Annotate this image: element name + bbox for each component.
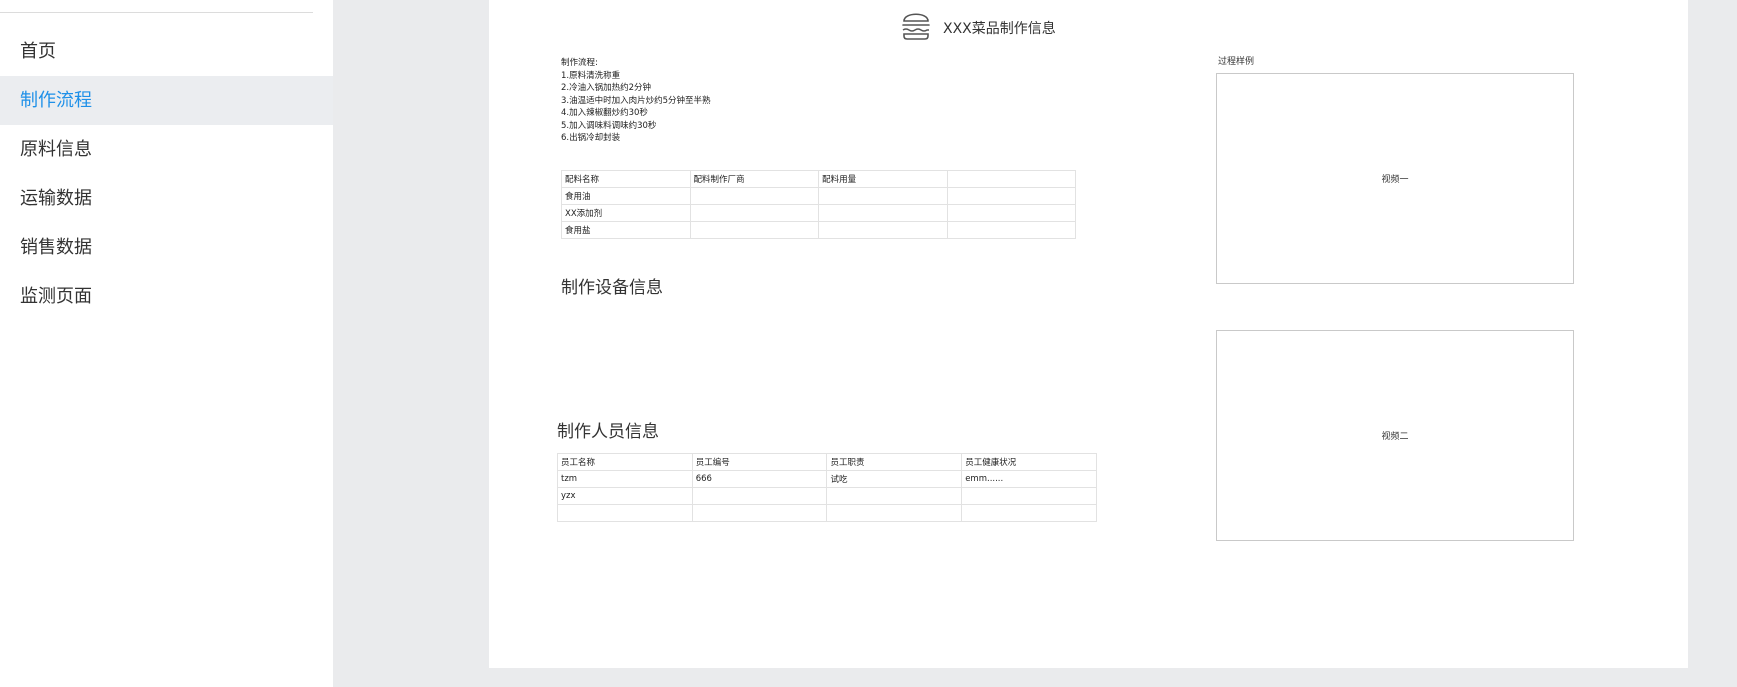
table-header-cell: 员工职责 xyxy=(826,453,963,471)
table-cell: 666 xyxy=(691,470,828,488)
table-row: XX添加剂 xyxy=(561,204,1077,222)
sidebar-divider xyxy=(0,12,313,13)
table-row: 食用油 xyxy=(561,187,1077,205)
table-cell: 食用盐 xyxy=(561,221,691,239)
table-cell xyxy=(689,204,820,222)
table-row: tzm 666 试吃 emm...... xyxy=(557,470,1097,488)
sidebar: 首页 制作流程 原料信息 运输数据 销售数据 监测页面 xyxy=(0,0,333,687)
sidebar-item-sales[interactable]: 销售数据 xyxy=(0,223,333,272)
page-title: XXX菜品制作信息 xyxy=(943,21,1056,37)
table-cell xyxy=(691,487,828,505)
sidebar-item-process[interactable]: 制作流程 xyxy=(0,76,333,125)
table-header-cell: 员工编号 xyxy=(691,453,828,471)
content-page: XXX菜品制作信息 制作流程: 1.原料清洗称重 2.冷油入锅加热约2分钟 3.… xyxy=(489,0,1688,668)
video-label: 视频二 xyxy=(1381,432,1409,442)
staff-title: 制作人员信息 xyxy=(557,422,659,442)
table-header-row: 员工名称 员工编号 员工职责 员工健康状况 xyxy=(557,453,1097,471)
table-row: yzx xyxy=(557,487,1097,505)
table-cell xyxy=(946,221,1077,239)
table-cell xyxy=(689,187,820,205)
process-step: 3.油温适中时加入肉片炒约5分钟至半熟 xyxy=(561,95,711,106)
table-header-cell: 配料用量 xyxy=(818,170,948,188)
table-cell xyxy=(818,204,948,222)
table-header-cell xyxy=(946,170,1077,188)
equipment-title: 制作设备信息 xyxy=(561,278,663,298)
samples-label: 过程样例 xyxy=(1218,57,1255,67)
table-cell: 食用油 xyxy=(561,187,691,205)
burger-icon xyxy=(901,9,931,41)
sidebar-item-home[interactable]: 首页 xyxy=(0,27,333,76)
process-heading: 制作流程: xyxy=(561,58,598,68)
table-row: 食用盐 xyxy=(561,221,1077,239)
video-player-2[interactable]: 视频二 xyxy=(1216,330,1574,541)
page-header: XXX菜品制作信息 xyxy=(901,8,1056,42)
sidebar-item-transport[interactable]: 运输数据 xyxy=(0,174,333,223)
table-cell xyxy=(946,204,1077,222)
table-header-cell: 配料名称 xyxy=(561,170,691,188)
ingredients-table: 配料名称 配料制作厂商 配料用量 食用油 XX添加剂 食用盐 xyxy=(561,170,1077,239)
table-cell xyxy=(946,187,1077,205)
process-step: 6.出锅冷却封装 xyxy=(561,133,621,143)
table-cell xyxy=(818,187,948,205)
table-cell: yzx xyxy=(557,487,693,505)
table-header-cell: 员工名称 xyxy=(557,453,693,471)
table-cell: XX添加剂 xyxy=(561,204,691,222)
sidebar-item-monitor[interactable]: 监测页面 xyxy=(0,272,333,321)
table-cell: emm...... xyxy=(961,470,1097,488)
sidebar-item-ingredients[interactable]: 原料信息 xyxy=(0,125,333,174)
table-header-cell: 员工健康状况 xyxy=(961,453,1097,471)
table-row xyxy=(557,504,1097,522)
process-step: 5.加入调味料调味约30秒 xyxy=(561,120,657,131)
video-label: 视频一 xyxy=(1381,175,1409,185)
table-cell xyxy=(826,504,963,522)
table-cell xyxy=(557,504,693,522)
table-cell xyxy=(826,487,963,505)
table-header-cell: 配料制作厂商 xyxy=(689,170,820,188)
table-cell: 试吃 xyxy=(826,470,963,488)
table-cell: tzm xyxy=(557,470,693,488)
process-step: 1.原料清洗称重 xyxy=(561,70,621,81)
table-cell xyxy=(961,487,1097,505)
staff-table: 员工名称 员工编号 员工职责 员工健康状况 tzm 666 试吃 emm....… xyxy=(557,453,1097,522)
table-cell xyxy=(689,221,820,239)
table-cell xyxy=(691,504,828,522)
process-step: 4.加入辣椒翻炒约30秒 xyxy=(561,108,648,118)
process-step: 2.冷油入锅加热约2分钟 xyxy=(561,83,652,93)
video-player-1[interactable]: 视频一 xyxy=(1216,73,1574,284)
table-cell xyxy=(961,504,1097,522)
process-steps: 制作流程: 1.原料清洗称重 2.冷油入锅加热约2分钟 3.油温适中时加入肉片炒… xyxy=(561,57,711,145)
table-header-row: 配料名称 配料制作厂商 配料用量 xyxy=(561,170,1077,188)
table-cell xyxy=(818,221,948,239)
